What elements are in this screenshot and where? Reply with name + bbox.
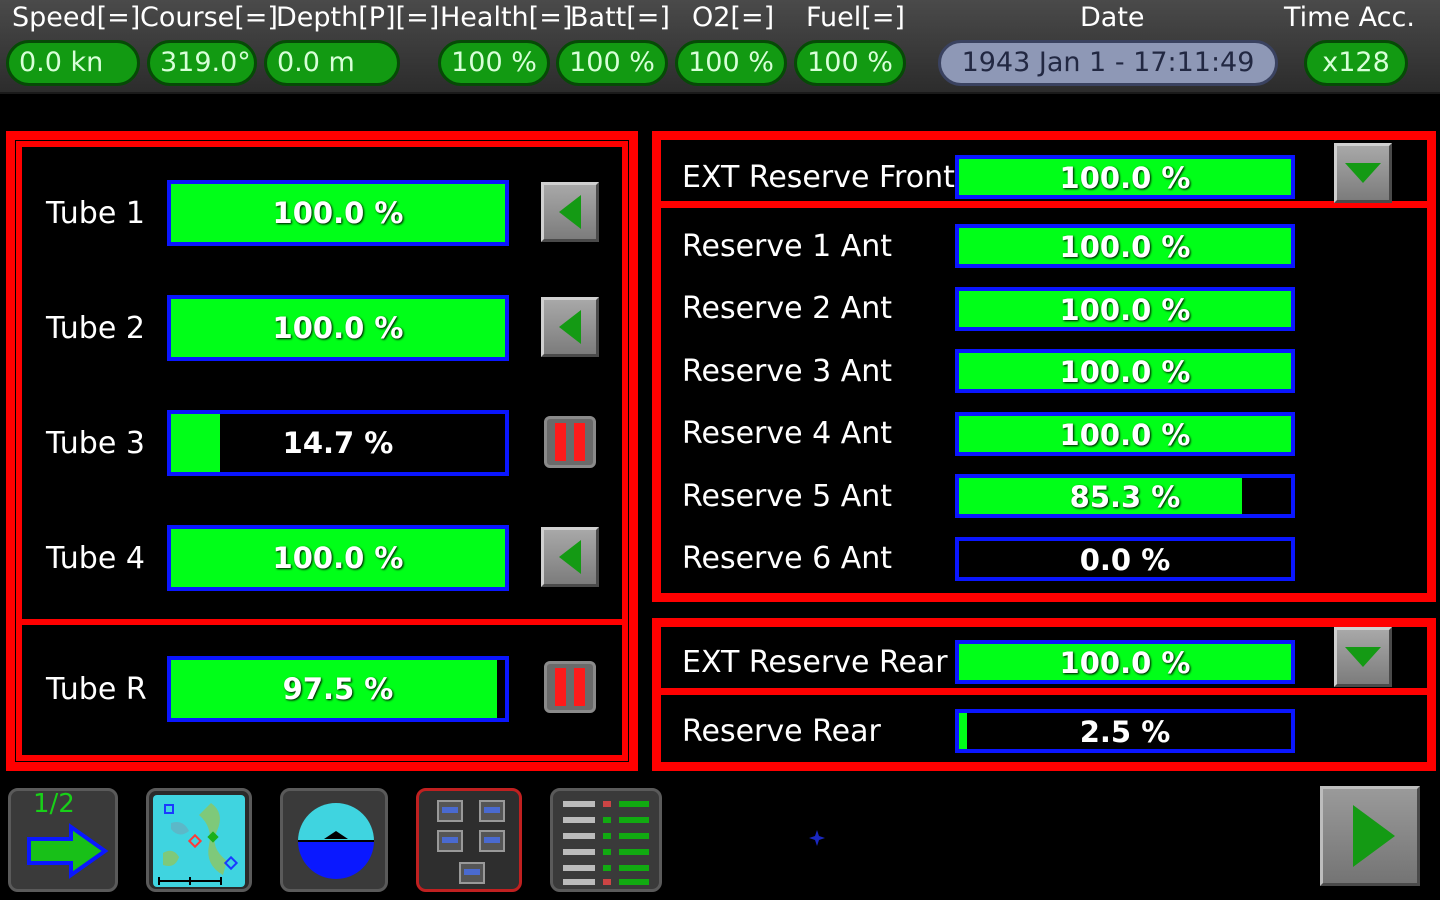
torpedo-tubes-button[interactable] (416, 788, 522, 892)
arrow-left-icon (559, 540, 581, 574)
depth-label: Depth[P][=] (276, 2, 440, 33)
reserve-5-ant-bar: 85.3 % (955, 474, 1295, 518)
tube-4-label: Tube 4 (46, 541, 145, 576)
reserve-1-ant-percent: 100.0 % (1059, 230, 1191, 264)
depth-value[interactable]: 0.0 m (264, 40, 400, 86)
tube-3-label: Tube 3 (46, 426, 145, 461)
systems-list-icon (563, 801, 649, 885)
page-switch-button[interactable]: 1/2 (8, 788, 118, 892)
o2-value[interactable]: 100 % (675, 40, 787, 86)
course-label: Course[=] (140, 2, 278, 33)
reserve-4-ant-label: Reserve 4 Ant (682, 416, 893, 451)
tube-4-percent: 100.0 % (272, 541, 404, 575)
reserve-4-ant-percent: 100.0 % (1059, 418, 1191, 452)
reserve-3-ant-label: Reserve 3 Ant (682, 354, 893, 389)
health-label: Health[=] (440, 2, 573, 33)
reserve-1-ant-label: Reserve 1 Ant (682, 229, 893, 264)
pause-icon (555, 668, 585, 706)
cursor-marker-icon (809, 830, 825, 846)
front-reserves-divider (661, 201, 1427, 208)
periscope-icon (298, 803, 374, 879)
reserve-6-ant-percent: 0.0 % (1079, 543, 1171, 577)
reserve-5-ant-percent: 85.3 % (1069, 480, 1181, 514)
tube-r-bar: 97.5 % (167, 656, 509, 722)
ext-reserve-front-percent: 100.0 % (1059, 161, 1191, 195)
status-bar: Speed[=] 0.0 kn Course[=] 319.0° Depth[P… (0, 0, 1440, 94)
tube-2-bar: 100.0 % (167, 295, 509, 361)
course-value[interactable]: 319.0° (147, 40, 257, 86)
periscope-button[interactable] (280, 788, 388, 892)
ext-reserve-front-bar: 100.0 % (955, 155, 1295, 199)
arrow-left-icon (559, 310, 581, 344)
o2-label: O2[=] (692, 2, 775, 33)
tube-1-percent: 100.0 % (272, 196, 404, 230)
reserve-rear-label: Reserve Rear (682, 714, 881, 749)
fuel-label: Fuel[=] (806, 2, 905, 33)
ext-reserve-rear-bar: 100.0 % (955, 640, 1295, 684)
tube-3-pause-button[interactable] (544, 416, 596, 468)
tube-1-label: Tube 1 (46, 196, 145, 231)
time-acc-value[interactable]: x128 (1304, 40, 1408, 86)
ext-reserve-rear-label: EXT Reserve Rear (682, 645, 948, 680)
page-indicator: 1/2 (33, 789, 75, 819)
reserve-rear-bar: 2.5 % (955, 709, 1295, 753)
reserve-6-ant-bar: 0.0 % (955, 537, 1295, 581)
ext-reserve-rear-dropdown-button[interactable] (1334, 627, 1392, 687)
tube-4-bar: 100.0 % (167, 525, 509, 591)
tube-3-percent: 14.7 % (282, 426, 394, 460)
map-icon (153, 795, 245, 887)
next-page-button[interactable] (1320, 786, 1420, 886)
health-value[interactable]: 100 % (438, 40, 550, 86)
arrow-left-icon (559, 195, 581, 229)
reserve-5-ant-label: Reserve 5 Ant (682, 479, 893, 514)
systems-panel-button[interactable] (550, 788, 662, 892)
reserve-3-ant-percent: 100.0 % (1059, 355, 1191, 389)
batt-label: Batt[=] (570, 2, 670, 33)
tube-r-pause-button[interactable] (544, 661, 596, 713)
tubes-layout-icon (437, 800, 505, 884)
tube-r-percent: 97.5 % (282, 672, 394, 706)
tube-r-label: Tube R (46, 672, 147, 707)
date-value[interactable]: 1943 Jan 1 - 17:11:49 (938, 40, 1278, 86)
batt-value[interactable]: 100 % (556, 40, 668, 86)
tube-2-eject-button[interactable] (541, 297, 599, 357)
ext-reserve-rear-percent: 100.0 % (1059, 646, 1191, 680)
reserve-rear-percent: 2.5 % (1079, 715, 1171, 749)
date-label: Date (1080, 2, 1145, 33)
arrow-down-icon (1345, 163, 1381, 183)
arrow-down-icon (1345, 647, 1381, 667)
tube-1-eject-button[interactable] (541, 182, 599, 242)
play-icon (1353, 805, 1395, 867)
speed-value[interactable]: 0.0 kn (6, 40, 140, 86)
reserve-2-ant-bar: 100.0 % (955, 287, 1295, 331)
reserve-2-ant-label: Reserve 2 Ant (682, 291, 893, 326)
reserve-6-ant-label: Reserve 6 Ant (682, 541, 893, 576)
pause-icon (555, 423, 585, 461)
reserve-1-ant-bar: 100.0 % (955, 224, 1295, 268)
tube-4-eject-button[interactable] (541, 527, 599, 587)
tube-1-bar: 100.0 % (167, 180, 509, 246)
tube-2-label: Tube 2 (46, 311, 145, 346)
reserve-4-ant-bar: 100.0 % (955, 412, 1295, 456)
ext-reserve-front-dropdown-button[interactable] (1334, 143, 1392, 203)
reserve-3-ant-bar: 100.0 % (955, 349, 1295, 393)
time-acc-label: Time Acc. (1284, 2, 1415, 33)
tube-2-percent: 100.0 % (272, 311, 404, 345)
rear-reserves-divider (661, 688, 1427, 695)
fuel-value[interactable]: 100 % (794, 40, 906, 86)
reserve-2-ant-percent: 100.0 % (1059, 293, 1191, 327)
ext-reserve-front-label: EXT Reserve Front (682, 160, 955, 195)
speed-label: Speed[=] (12, 2, 141, 33)
tube-3-bar: 14.7 % (167, 410, 509, 476)
map-button[interactable] (146, 788, 252, 892)
arrow-right-icon (27, 823, 109, 879)
